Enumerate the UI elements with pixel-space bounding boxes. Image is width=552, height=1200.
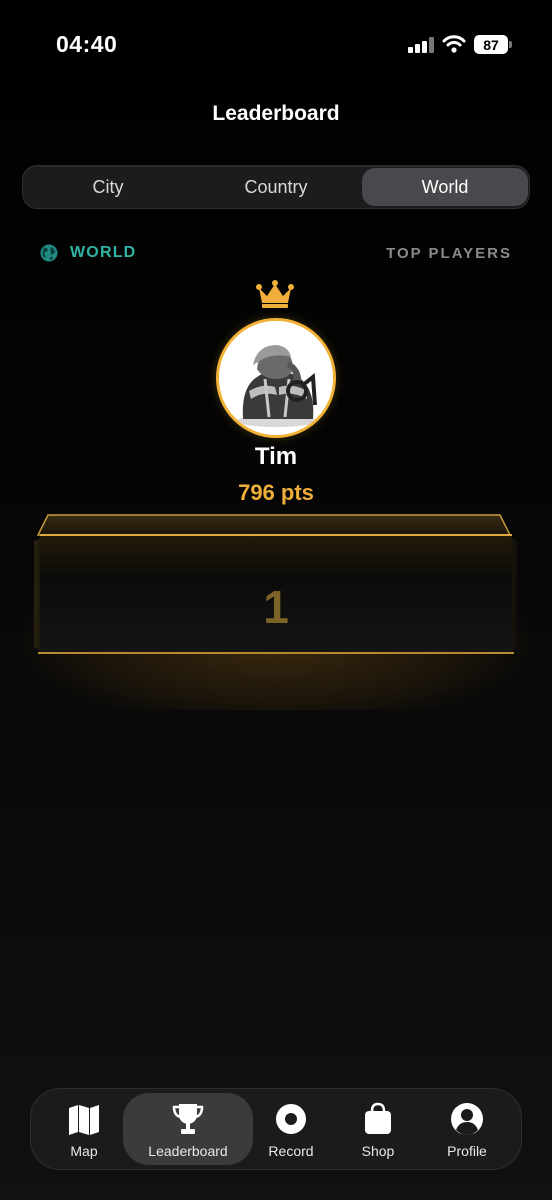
- leader-points: 796 pts: [238, 480, 314, 505]
- page-title: Leaderboard: [212, 102, 340, 125]
- battery-tip: [509, 41, 512, 48]
- wifi-icon: [442, 35, 466, 53]
- avatar-photo: [219, 321, 333, 435]
- record-icon: [276, 1104, 306, 1134]
- battery-level: 87: [483, 36, 499, 53]
- map-icon: [69, 1105, 99, 1135]
- tab-shop-label: Shop: [361, 1143, 395, 1159]
- tab-record-label: Record: [268, 1143, 314, 1159]
- podium-rank: 1: [263, 581, 289, 633]
- crown-icon: [256, 280, 294, 308]
- segment-city[interactable]: City: [25, 168, 191, 206]
- tab-profile-label: Profile: [447, 1143, 487, 1159]
- profile-icon: [451, 1103, 483, 1135]
- top-players-label: TOP PLAYERS: [386, 245, 512, 262]
- scope-segmented-control: City Country World: [22, 165, 530, 209]
- tab-shop[interactable]: Shop: [347, 1093, 409, 1165]
- status-bar: 04:40 87: [0, 0, 552, 90]
- globe-icon: [40, 244, 58, 262]
- tab-bar: Map Leaderboard Record Shop Profile: [30, 1088, 522, 1170]
- signal-icon: [408, 37, 434, 53]
- tab-map[interactable]: Map: [53, 1093, 115, 1165]
- tab-profile[interactable]: Profile: [431, 1093, 503, 1165]
- leaderboard-screen: 04:40 87 Leaderboard City Country World: [0, 0, 552, 1200]
- status-time: 04:40: [56, 31, 118, 57]
- section-header: WORLD TOP PLAYERS: [38, 242, 514, 266]
- battery-icon: 87: [474, 35, 508, 54]
- tab-map-label: Map: [70, 1143, 98, 1159]
- trophy-icon: [172, 1104, 204, 1134]
- tab-leaderboard-label: Leaderboard: [148, 1143, 228, 1159]
- segment-world[interactable]: World: [362, 168, 528, 206]
- leader-avatar[interactable]: [216, 318, 336, 438]
- section-title: WORLD: [70, 244, 137, 261]
- segment-country[interactable]: Country: [193, 168, 359, 206]
- tab-leaderboard[interactable]: Leaderboard: [123, 1093, 253, 1165]
- shopping-bag-icon: [365, 1102, 391, 1134]
- tab-record[interactable]: Record: [257, 1093, 325, 1165]
- leader-name: Tim: [254, 443, 298, 470]
